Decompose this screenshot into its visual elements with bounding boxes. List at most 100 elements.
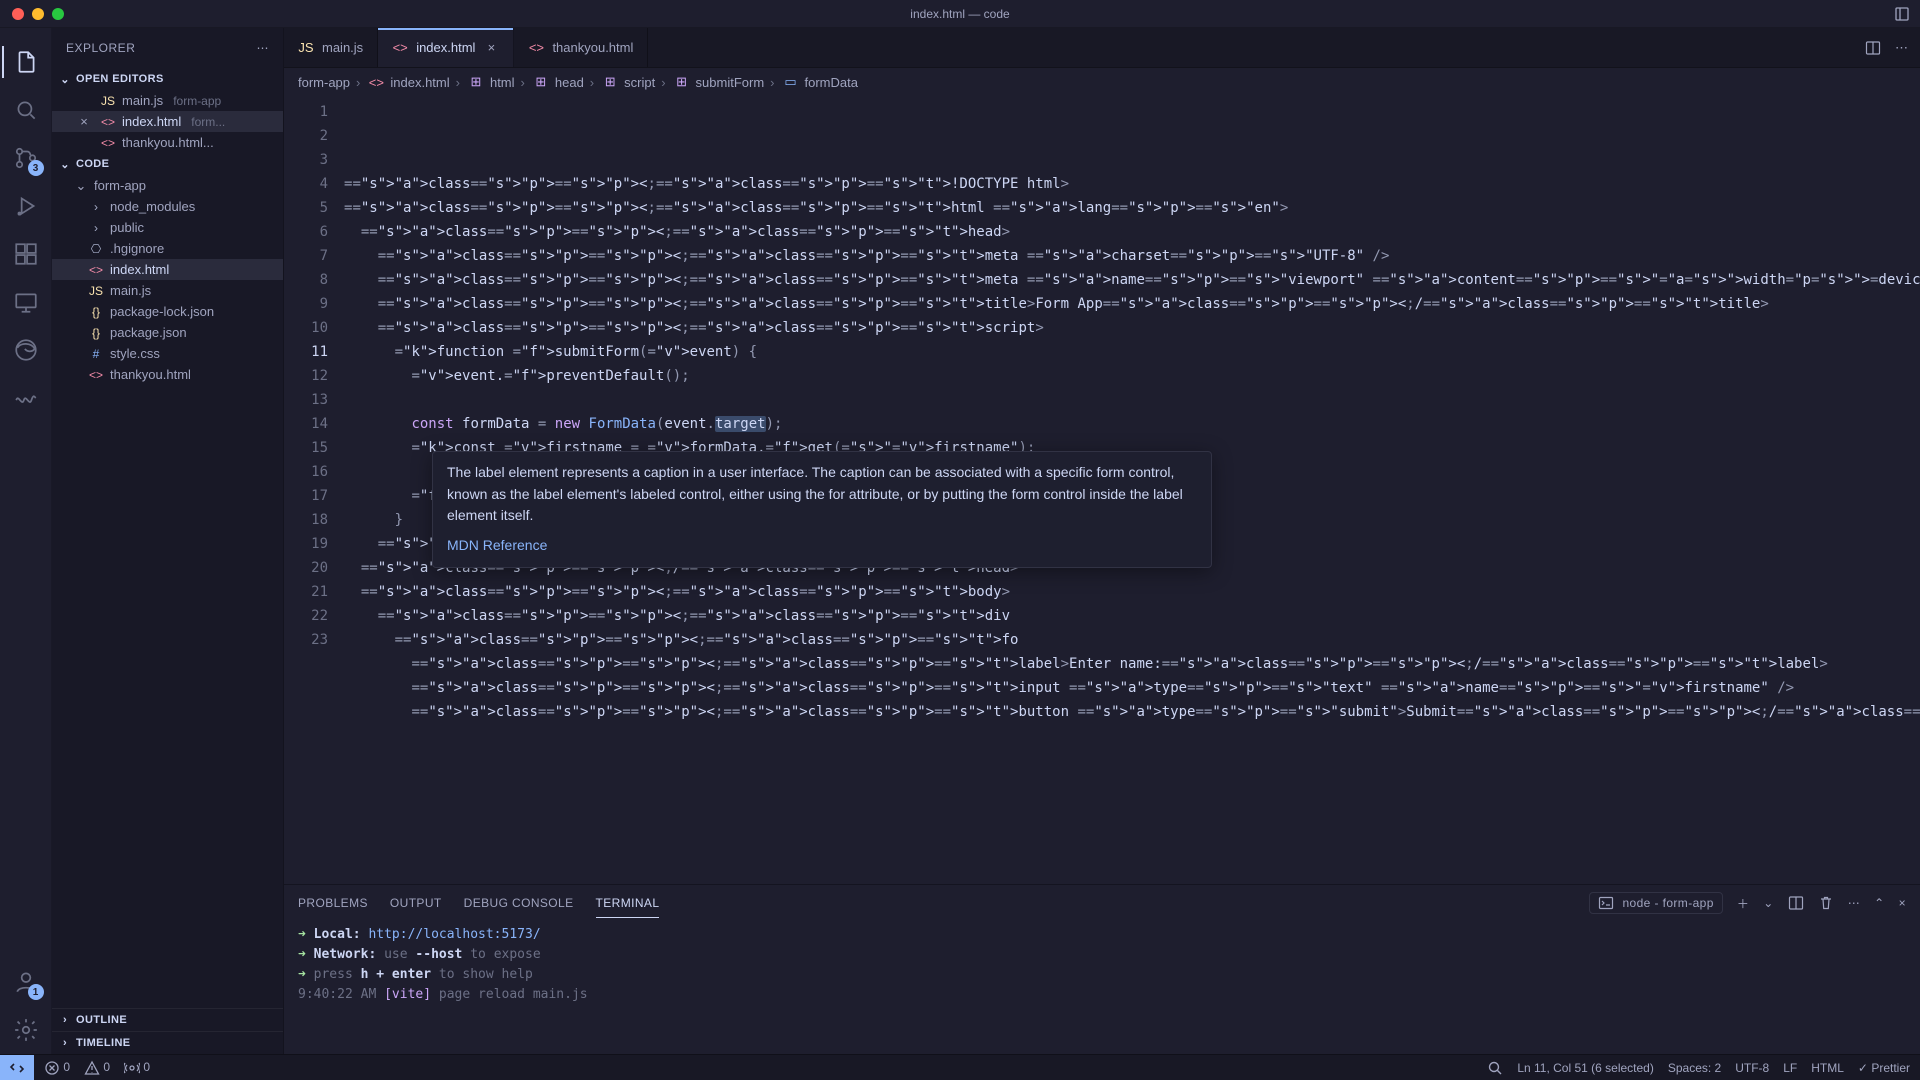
status-encoding[interactable]: UTF-8: [1735, 1061, 1769, 1075]
activity-run-debug[interactable]: [2, 182, 50, 230]
activity-source-control[interactable]: 3: [2, 134, 50, 182]
file-js-icon: JS: [298, 40, 314, 55]
activity-explorer[interactable]: [2, 38, 50, 86]
activity-search[interactable]: [2, 86, 50, 134]
file-item[interactable]: # style.css: [52, 343, 283, 364]
section-open-editors[interactable]: ⌄ OPEN EDITORS: [52, 68, 283, 90]
status-search-icon[interactable]: [1487, 1060, 1503, 1076]
tab-label: thankyou.html: [552, 40, 633, 55]
status-prettier[interactable]: ✓ Prettier: [1858, 1061, 1910, 1075]
layout-customize-icon[interactable]: [1894, 5, 1910, 22]
activity-settings[interactable]: [2, 1006, 50, 1054]
terminal-output[interactable]: ➜ Local: http://localhost:5173/ ➜ Networ…: [284, 921, 1920, 1054]
more-actions-icon[interactable]: ⋯: [1895, 40, 1908, 56]
file-html-icon: <>: [392, 40, 408, 55]
chevron-right-icon: ›: [58, 1036, 72, 1050]
terminal-selector[interactable]: node - form-app: [1589, 892, 1722, 914]
chevron-down-icon: ⌄: [58, 157, 72, 171]
file-html-icon: <>: [100, 115, 116, 129]
file-ignore-icon: ⎔: [88, 242, 104, 256]
symbol-icon: ⊞: [468, 74, 484, 90]
activity-wave[interactable]: [2, 374, 50, 422]
sidebar-title: EXPLORER: [66, 41, 135, 55]
panel-tab-terminal[interactable]: TERMINAL: [596, 888, 660, 918]
code-editor[interactable]: 1234567891011121314151617181920212223 ==…: [284, 96, 1920, 884]
file-html-icon: <>: [368, 75, 384, 90]
file-css-icon: #: [88, 347, 104, 361]
activity-extensions[interactable]: [2, 230, 50, 278]
terminal-dropdown-icon[interactable]: ⌄: [1763, 896, 1773, 910]
file-html-icon: <>: [88, 368, 104, 382]
line-gutter: 1234567891011121314151617181920212223: [284, 96, 344, 884]
chevron-down-icon: ⌄: [58, 72, 72, 86]
file-item[interactable]: {} package-lock.json: [52, 301, 283, 322]
panel-tab-output[interactable]: OUTPUT: [390, 888, 442, 918]
sidebar-explorer: EXPLORER ⋯ ⌄ OPEN EDITORS JS main.js for…: [52, 28, 284, 1054]
folder-item[interactable]: › node_modules: [52, 196, 283, 217]
status-cursor[interactable]: Ln 11, Col 51 (6 selected): [1517, 1061, 1654, 1075]
panel-tab-debugconsole[interactable]: DEBUG CONSOLE: [464, 888, 574, 918]
file-html-icon: <>: [100, 136, 116, 150]
hover-text: The label element represents a caption i…: [447, 464, 1183, 523]
symbol-icon: ⊞: [533, 74, 549, 90]
activity-bar: 3 1: [0, 28, 52, 1054]
status-language[interactable]: HTML: [1811, 1061, 1844, 1075]
chevron-right-icon: ›: [88, 221, 104, 235]
close-editor-icon[interactable]: ×: [74, 114, 94, 129]
file-item[interactable]: JS main.js: [52, 280, 283, 301]
panel-more-icon[interactable]: ⋯: [1848, 896, 1860, 910]
minimize-window-button[interactable]: [32, 8, 44, 20]
file-js-icon: JS: [88, 284, 104, 298]
hover-link[interactable]: MDN Reference: [447, 535, 547, 557]
kill-terminal-icon[interactable]: [1818, 895, 1834, 911]
open-editor-item[interactable]: JS main.js form-app: [52, 90, 283, 111]
status-eol[interactable]: LF: [1783, 1061, 1797, 1075]
chevron-down-icon: ⌄: [74, 179, 88, 193]
chevron-right-icon: ›: [58, 1013, 72, 1027]
activity-remote[interactable]: [2, 278, 50, 326]
file-item[interactable]: ⎔ .hgignore: [52, 238, 283, 259]
tab-thankyouhtml[interactable]: <> thankyou.html: [514, 28, 648, 67]
status-ports[interactable]: 0: [124, 1060, 150, 1076]
file-item[interactable]: <> index.html: [52, 259, 283, 280]
status-bar: 0 0 0 Ln 11, Col 51 (6 selected) Spaces:…: [0, 1054, 1920, 1080]
section-timeline[interactable]: › TIMELINE: [52, 1031, 283, 1054]
file-json-icon: {}: [88, 326, 104, 340]
panel-tab-problems[interactable]: PROBLEMS: [298, 888, 368, 918]
tab-indexhtml[interactable]: <> index.html ×: [378, 28, 514, 67]
status-warnings[interactable]: 0: [84, 1060, 110, 1076]
panel: PROBLEMS OUTPUT DEBUG CONSOLE TERMINAL n…: [284, 884, 1920, 1054]
close-window-button[interactable]: [12, 8, 24, 20]
close-tab-icon[interactable]: ×: [483, 40, 499, 55]
folder-item[interactable]: › public: [52, 217, 283, 238]
section-outline[interactable]: › OUTLINE: [52, 1008, 283, 1031]
symbol-icon: ⊞: [602, 74, 618, 90]
split-editor-icon[interactable]: [1865, 39, 1881, 56]
status-indent[interactable]: Spaces: 2: [1668, 1061, 1721, 1075]
editor-tabs: JS main.js <> index.html × <> thankyou.h…: [284, 28, 1920, 68]
tab-mainjs[interactable]: JS main.js: [284, 28, 378, 67]
section-code[interactable]: ⌄ CODE: [52, 153, 283, 175]
open-editor-item[interactable]: × <> index.html form...: [52, 111, 283, 132]
maximize-window-button[interactable]: [52, 8, 64, 20]
folder-item[interactable]: ⌄ form-app: [52, 175, 283, 196]
maximize-panel-icon[interactable]: ⌃: [1874, 896, 1884, 910]
new-terminal-icon[interactable]: ＋: [1737, 895, 1749, 912]
remote-indicator[interactable]: [0, 1055, 34, 1080]
chevron-right-icon: ›: [88, 200, 104, 214]
window-title: index.html — code: [910, 7, 1009, 21]
file-html-icon: <>: [528, 40, 544, 55]
file-json-icon: {}: [88, 305, 104, 319]
close-panel-icon[interactable]: ×: [1899, 896, 1906, 910]
status-errors[interactable]: 0: [44, 1060, 70, 1076]
code-content[interactable]: =="s">"a">class=="s">"p">=="s">"p"><;=="…: [344, 96, 1920, 884]
split-terminal-icon[interactable]: [1788, 895, 1804, 911]
file-item[interactable]: {} package.json: [52, 322, 283, 343]
activity-edge[interactable]: [2, 326, 50, 374]
breadcrumb[interactable]: form-app› <>index.html› ⊞html› ⊞head› ⊞s…: [284, 68, 1920, 96]
sidebar-more-icon[interactable]: ⋯: [257, 41, 270, 55]
activity-account[interactable]: 1: [2, 958, 50, 1006]
file-item[interactable]: <> thankyou.html: [52, 364, 283, 385]
open-editor-item[interactable]: <> thankyou.html...: [52, 132, 283, 153]
tab-label: index.html: [416, 40, 475, 55]
